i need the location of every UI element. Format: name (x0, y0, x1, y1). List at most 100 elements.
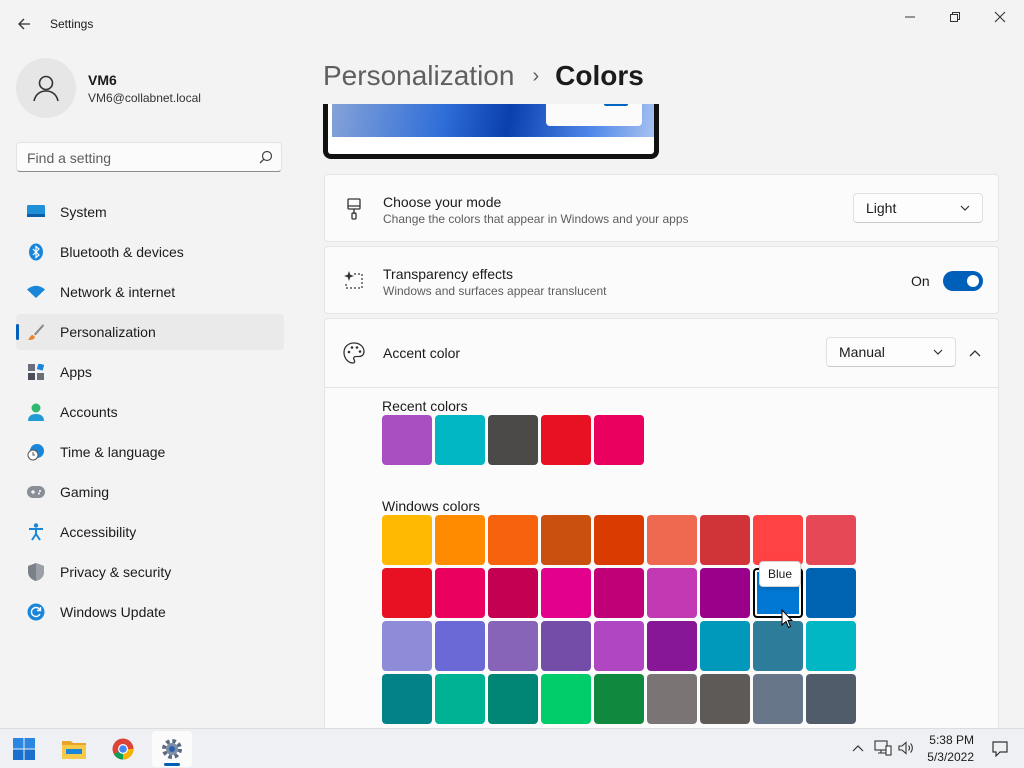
start-icon (13, 738, 35, 760)
windows-color-swatch[interactable] (647, 515, 697, 565)
windows-color-swatch[interactable] (647, 621, 697, 671)
sidebar-item-label: Time & language (60, 444, 166, 460)
sidebar-item-label: Bluetooth & devices (60, 244, 184, 260)
windows-color-swatch[interactable] (700, 674, 750, 724)
windows-color-swatch[interactable] (382, 621, 432, 671)
windows-color-swatch[interactable] (435, 568, 485, 618)
chrome-button[interactable] (103, 731, 143, 767)
chrome-icon (112, 738, 134, 760)
windows-color-swatch[interactable] (541, 568, 591, 618)
chevron-up-icon (969, 349, 981, 356)
windows-color-swatch[interactable] (806, 621, 856, 671)
sidebar-item-apps[interactable]: Apps (16, 354, 284, 390)
apps-icon (26, 362, 46, 382)
clock-globe-icon (26, 442, 46, 462)
sidebar-item-label: Personalization (60, 324, 156, 340)
sidebar-item-gaming[interactable]: Gaming (16, 474, 284, 510)
search-input[interactable] (25, 147, 249, 169)
accessibility-icon (26, 522, 46, 542)
recent-color-swatch[interactable] (594, 415, 644, 465)
sidebar-item-label: Windows Update (60, 604, 166, 620)
restore-button[interactable] (933, 4, 977, 30)
transparency-toggle[interactable] (943, 271, 983, 291)
chevron-up-icon[interactable] (852, 744, 864, 752)
volume-icon[interactable] (898, 741, 914, 755)
sidebar-item-accounts[interactable]: Accounts (16, 394, 284, 430)
close-button[interactable] (978, 4, 1022, 30)
sidebar-item-privacy-security[interactable]: Privacy & security (16, 554, 284, 590)
windows-color-swatch[interactable] (594, 515, 644, 565)
bluetooth-icon (26, 242, 46, 262)
sidebar-item-bluetooth[interactable]: Bluetooth & devices (16, 234, 284, 270)
user-profile[interactable]: VM6 VM6@collabnet.local (16, 58, 276, 118)
taskbar-clock[interactable]: 5:38 PM 5/3/2022 (927, 732, 974, 766)
back-button[interactable] (10, 10, 38, 38)
sidebar-item-accessibility[interactable]: Accessibility (16, 514, 284, 550)
windows-color-swatch[interactable] (753, 515, 803, 565)
windows-color-swatch[interactable] (488, 568, 538, 618)
clock-time: 5:38 PM (929, 733, 974, 747)
chevron-down-icon (933, 349, 943, 355)
sidebar-item-label: Network & internet (60, 284, 176, 300)
windows-color-swatch[interactable] (541, 674, 591, 724)
sidebar-item-label: Apps (60, 364, 92, 380)
windows-color-swatch[interactable] (594, 674, 644, 724)
mode-dropdown[interactable]: Light (853, 193, 983, 223)
file-explorer-icon (62, 741, 86, 759)
windows-color-swatch[interactable] (435, 515, 485, 565)
breadcrumb-parent[interactable]: Personalization (323, 60, 514, 92)
network-icon[interactable] (874, 740, 892, 756)
sidebar-item-time-language[interactable]: Time & language (16, 434, 284, 470)
minimize-button[interactable] (888, 4, 932, 30)
transparency-state-label: On (911, 273, 930, 289)
windows-color-swatch[interactable] (594, 621, 644, 671)
breadcrumb: Personalization › Colors (323, 58, 644, 94)
mode-title: Choose your mode (383, 194, 502, 210)
notification-icon[interactable] (992, 741, 1008, 757)
search-icon (259, 150, 273, 164)
windows-color-swatch[interactable] (541, 621, 591, 671)
collapse-button[interactable] (961, 339, 989, 367)
windows-color-swatch[interactable] (435, 621, 485, 671)
sidebar-item-personalization[interactable]: Personalization (16, 314, 284, 350)
windows-color-swatch[interactable] (382, 568, 432, 618)
sidebar-item-label: Privacy & security (60, 564, 172, 580)
sidebar-item-network[interactable]: Network & internet (16, 274, 284, 310)
sidebar-item-system[interactable]: System (16, 194, 284, 230)
windows-color-swatch[interactable] (647, 674, 697, 724)
mouse-cursor-icon (781, 609, 793, 629)
windows-color-swatch[interactable] (488, 515, 538, 565)
start-button[interactable] (4, 731, 44, 767)
windows-colors-label: Windows colors (382, 498, 481, 514)
windows-color-swatch[interactable] (541, 515, 591, 565)
windows-color-swatch[interactable] (488, 621, 538, 671)
windows-color-swatch[interactable] (700, 621, 750, 671)
file-explorer-button[interactable] (54, 731, 94, 767)
accent-title: Accent color (383, 345, 461, 361)
windows-color-swatch[interactable] (435, 674, 485, 724)
sidebar-item-windows-update[interactable]: Windows Update (16, 594, 284, 630)
windows-color-swatch[interactable] (647, 568, 697, 618)
windows-color-swatch[interactable] (806, 568, 856, 618)
sidebar-item-label: System (60, 204, 107, 220)
sidebar-item-label: Accessibility (60, 524, 137, 540)
recent-color-swatch[interactable] (488, 415, 538, 465)
search-box[interactable] (16, 142, 282, 172)
windows-color-swatch[interactable] (488, 674, 538, 724)
windows-color-swatch[interactable] (753, 674, 803, 724)
accent-dropdown-value: Manual (839, 344, 885, 360)
windows-color-swatch[interactable] (806, 515, 856, 565)
windows-color-swatch[interactable] (806, 674, 856, 724)
settings-button[interactable] (152, 731, 192, 767)
windows-color-swatch[interactable] (594, 568, 644, 618)
windows-color-swatch[interactable] (382, 515, 432, 565)
windows-color-swatch[interactable] (753, 621, 803, 671)
windows-color-swatch[interactable] (700, 568, 750, 618)
recent-color-swatch[interactable] (541, 415, 591, 465)
windows-color-swatch[interactable] (700, 515, 750, 565)
windows-color-swatch[interactable] (382, 674, 432, 724)
accent-dropdown[interactable]: Manual (826, 337, 956, 367)
accent-header[interactable]: Accent color Manual (325, 319, 998, 388)
recent-color-swatch[interactable] (435, 415, 485, 465)
recent-color-swatch[interactable] (382, 415, 432, 465)
